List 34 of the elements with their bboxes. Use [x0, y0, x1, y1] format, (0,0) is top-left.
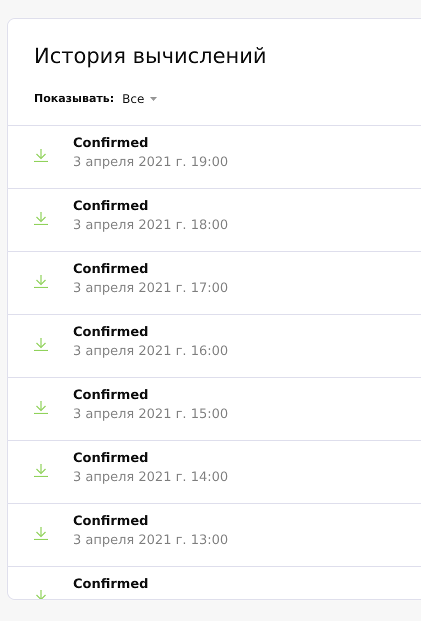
date-text: 3 апреля 2021 г. 18:00 — [73, 218, 228, 233]
history-item[interactable]: Confirmed 3 апреля 2021 г. 15:00 — [8, 378, 421, 441]
download-arrow-icon — [34, 149, 48, 162]
status-text: Confirmed — [73, 262, 150, 277]
status-text: Confirmed — [73, 514, 150, 529]
status-text: Confirmed — [73, 325, 150, 340]
status-text: Confirmed — [73, 199, 150, 214]
download-arrow-icon — [34, 464, 48, 477]
date-text: 3 апреля 2021 г. 17:00 — [73, 281, 228, 296]
status-text: Confirmed — [73, 388, 150, 403]
status-text: Confirmed — [73, 451, 150, 466]
page-title: История вычислений — [33, 43, 268, 70]
download-arrow-icon — [34, 275, 48, 288]
date-text: 3 апреля 2021 г. 13:00 — [73, 533, 228, 548]
history-item[interactable]: Confirmed 3 апреля 2021 г. 13:00 — [8, 504, 421, 567]
date-text: 3 апреля 2021 г. 16:00 — [73, 344, 228, 359]
status-text: Confirmed — [73, 577, 148, 592]
date-text: 3 апреля 2021 г. 15:00 — [73, 407, 228, 422]
status-text: Confirmed — [73, 136, 150, 151]
date-text: 3 апреля 2021 г. 19:00 — [73, 155, 228, 170]
history-item[interactable]: Confirmed 3 апреля 2021 г. 17:00 — [8, 252, 421, 315]
date-text: 3 апреля 2021 г. 14:00 — [73, 470, 228, 485]
download-arrow-icon — [34, 527, 48, 540]
history-item[interactable]: Confirmed 3 апреля 2021 г. 16:00 — [8, 315, 421, 378]
history-item[interactable]: Confirmed 3 апреля 2021 г. 14:00 — [8, 441, 421, 504]
download-arrow-icon — [34, 212, 48, 225]
history-item[interactable]: Confirmed — [8, 567, 421, 599]
history-item[interactable]: Confirmed 3 апреля 2021 г. 18:00 — [8, 189, 421, 252]
download-arrow-icon — [34, 338, 48, 351]
filter-label: Показывать: — [34, 92, 114, 105]
caret-icon — [150, 96, 158, 100]
history-item[interactable]: Confirmed 3 апреля 2021 г. 19:00 — [8, 126, 421, 189]
download-arrow-icon — [34, 401, 48, 414]
filter-dropdown[interactable]: Все — [122, 92, 158, 106]
